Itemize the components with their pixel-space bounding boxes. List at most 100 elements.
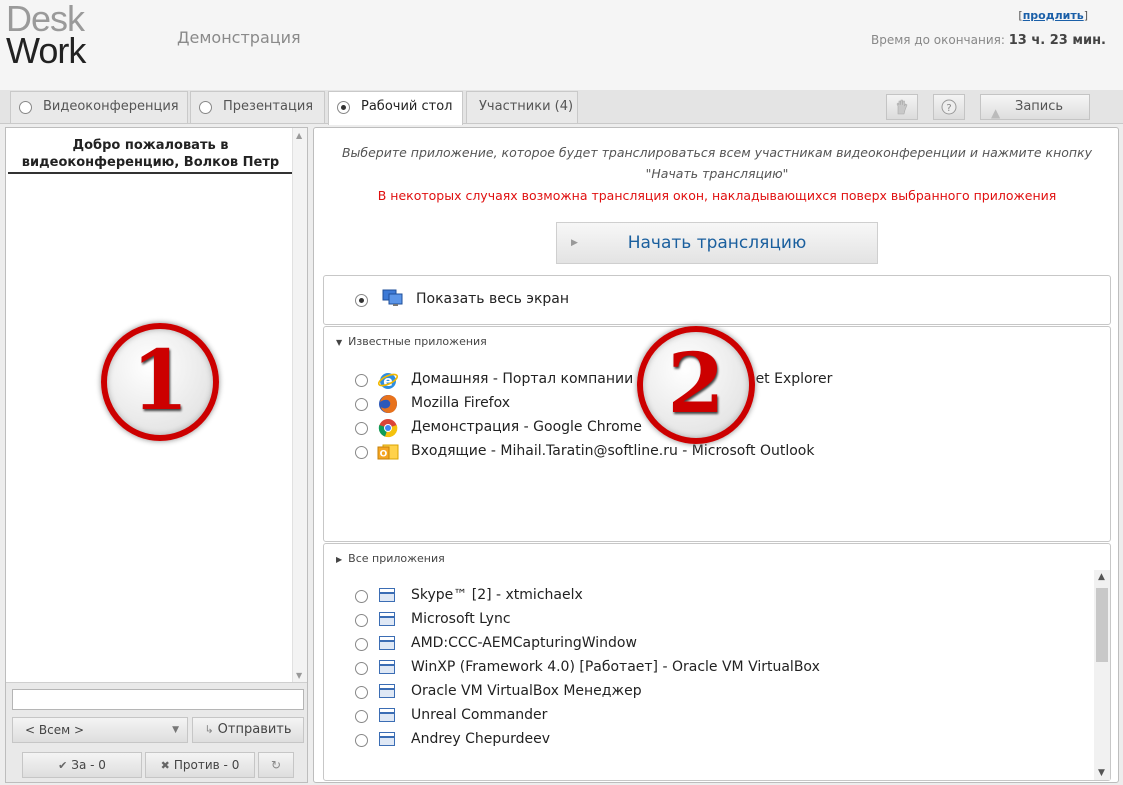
tab-desktop[interactable]: Рабочий стол (328, 91, 463, 125)
tab-videoconference[interactable]: Видеоконференция (10, 91, 188, 123)
callout-badge-1: 1 (101, 323, 219, 441)
app-radio[interactable] (355, 686, 368, 699)
list-item[interactable]: O Входящие - Mihail.Taratin@softline.ru … (355, 440, 1075, 464)
list-item[interactable]: Unreal Commander (355, 704, 1075, 728)
svg-text:?: ? (946, 103, 951, 114)
window-icon (379, 732, 395, 746)
renew-link[interactable]: продлить (1023, 9, 1084, 22)
app-radio[interactable] (355, 734, 368, 747)
send-icon: ↳ (204, 723, 214, 736)
app-radio[interactable] (355, 614, 368, 627)
refresh-votes-button[interactable]: ↻ (258, 752, 294, 778)
vote-against-label: Против - 0 (173, 758, 240, 772)
app-label: Microsoft Lync (411, 611, 511, 627)
scroll-down-icon[interactable]: ▼ (1098, 768, 1105, 778)
check-icon: ✔ (58, 759, 68, 772)
time-left-value: 13 ч. 23 мин. (1008, 33, 1106, 48)
app-label: Mozilla Firefox (411, 395, 511, 411)
app-radio[interactable] (355, 446, 368, 459)
conference-title: Демонстрация (177, 28, 301, 47)
renew-container: [продлить] (1018, 9, 1088, 22)
app-radio[interactable] (355, 422, 368, 435)
app-radio[interactable] (355, 638, 368, 651)
triangle-down-icon: ▼ (336, 338, 343, 347)
app-radio[interactable] (355, 398, 368, 411)
app-radio[interactable] (355, 710, 368, 723)
chevron-down-icon: ▼ (172, 725, 179, 735)
logo: Desk Work (6, 1, 86, 71)
list-item[interactable]: Oracle VM VirtualBox Менеджер (355, 680, 1075, 704)
list-item[interactable]: Andrey Chepurdeev (355, 728, 1075, 752)
start-broadcast-button[interactable]: ▶ Начать трансляцию (556, 222, 878, 264)
all-apps-title: Все приложения (348, 552, 445, 565)
recipient-select[interactable]: < Всем > ▼ (12, 717, 188, 743)
scroll-up-icon[interactable]: ▲ (1098, 572, 1105, 582)
app-label: Unreal Commander (411, 707, 548, 723)
window-icon (379, 684, 395, 698)
full-screen-label: Показать весь экран (416, 291, 570, 307)
desktop-share-panel: Выберите приложение, которое будет транс… (313, 127, 1119, 783)
tab-radio (199, 101, 212, 114)
chat-panel: Добро пожаловать в видеоконференцию, Вол… (5, 127, 308, 783)
window-icon (379, 660, 395, 674)
cross-icon: ✖ (160, 759, 170, 772)
firefox-icon (379, 395, 397, 413)
tab-radio (19, 101, 32, 114)
full-screen-radio[interactable] (355, 294, 368, 307)
app-label: Andrey Chepurdeev (411, 731, 551, 747)
all-apps-scrollbar[interactable]: ▲ ▼ (1094, 570, 1110, 780)
instructions-text: Выберите приложение, которое будет транс… (341, 145, 1093, 181)
play-icon: ▶ (571, 238, 578, 248)
vote-row: ✔ За - 0 ✖ Против - 0 ↻ (12, 752, 294, 780)
time-left-label: Время до окончания: (870, 33, 1005, 47)
app-label: Oracle VM VirtualBox Менеджер (411, 683, 642, 699)
all-apps-section: ▶ Все приложения Skype™ [2] - xtmichaelx … (323, 543, 1111, 781)
tab-presentation[interactable]: Презентация (190, 91, 325, 123)
record-button[interactable]: ▲ Запись (980, 94, 1090, 120)
welcome-message: Добро пожаловать в видеоконференцию, Вол… (8, 130, 293, 174)
chat-message-input[interactable] (12, 689, 304, 710)
scroll-up-icon[interactable]: ▲ (296, 131, 302, 140)
app-radio[interactable] (355, 374, 368, 387)
monitors-icon (382, 289, 403, 306)
list-item[interactable]: Microsoft Lync (355, 608, 1075, 632)
window-icon (379, 612, 395, 626)
recipient-select-value: < Всем > (25, 723, 85, 737)
app-header: Desk Work Демонстрация [продлить] Время … (0, 0, 1123, 90)
tab-label: Участники (4) (479, 99, 574, 114)
triangle-right-icon: ▶ (336, 555, 343, 564)
app-label: Домашняя - Портал компании - Windows Int… (411, 371, 833, 387)
record-icon: ▲ (991, 106, 1001, 120)
scrollbar-thumb[interactable] (1096, 588, 1108, 662)
outlook-icon: O (377, 444, 399, 460)
list-item[interactable]: Skype™ [2] - xtmichaelx (355, 584, 1075, 608)
vote-for-button[interactable]: ✔ За - 0 (22, 752, 142, 778)
full-screen-option[interactable]: Показать весь экран (323, 275, 1111, 325)
window-icon (379, 708, 395, 722)
raise-hand-button[interactable] (886, 94, 918, 120)
time-left: Время до окончания: 13 ч. 23 мин. (871, 33, 1106, 48)
app-label: Skype™ [2] - xtmichaelx (411, 587, 583, 603)
tab-label: Рабочий стол (361, 99, 453, 114)
tab-participants[interactable]: Участники (4) (466, 91, 578, 123)
refresh-icon: ↻ (270, 758, 282, 772)
chat-scrollbar[interactable]: ▲ ▼ (292, 128, 307, 683)
all-apps-toggle[interactable]: ▶ Все приложения (336, 552, 445, 565)
app-label: Демонстрация - Google Chrome (411, 419, 642, 435)
app-radio[interactable] (355, 662, 368, 675)
vote-against-button[interactable]: ✖ Против - 0 (145, 752, 255, 778)
list-item[interactable]: AMD:CCC-AEMCapturingWindow (355, 632, 1075, 656)
help-button[interactable]: ? (933, 94, 965, 120)
window-icon (379, 636, 395, 650)
tab-label: Презентация (223, 99, 314, 114)
app-label: WinXP (Framework 4.0) [Работает] - Oracl… (411, 659, 820, 675)
scroll-down-icon[interactable]: ▼ (296, 671, 302, 680)
list-item[interactable]: WinXP (Framework 4.0) [Работает] - Oracl… (355, 656, 1075, 680)
known-apps-toggle[interactable]: ▼ Известные приложения (336, 335, 487, 348)
chat-controls: < Всем > ▼ ↳ Отправить ✔ За - 0 ✖ Против - … (6, 682, 307, 782)
logo-work: Work (6, 30, 86, 71)
app-radio[interactable] (355, 590, 368, 603)
send-button[interactable]: ↳ Отправить (192, 717, 304, 743)
chrome-icon (378, 419, 398, 438)
vote-for-label: За - 0 (71, 758, 106, 772)
